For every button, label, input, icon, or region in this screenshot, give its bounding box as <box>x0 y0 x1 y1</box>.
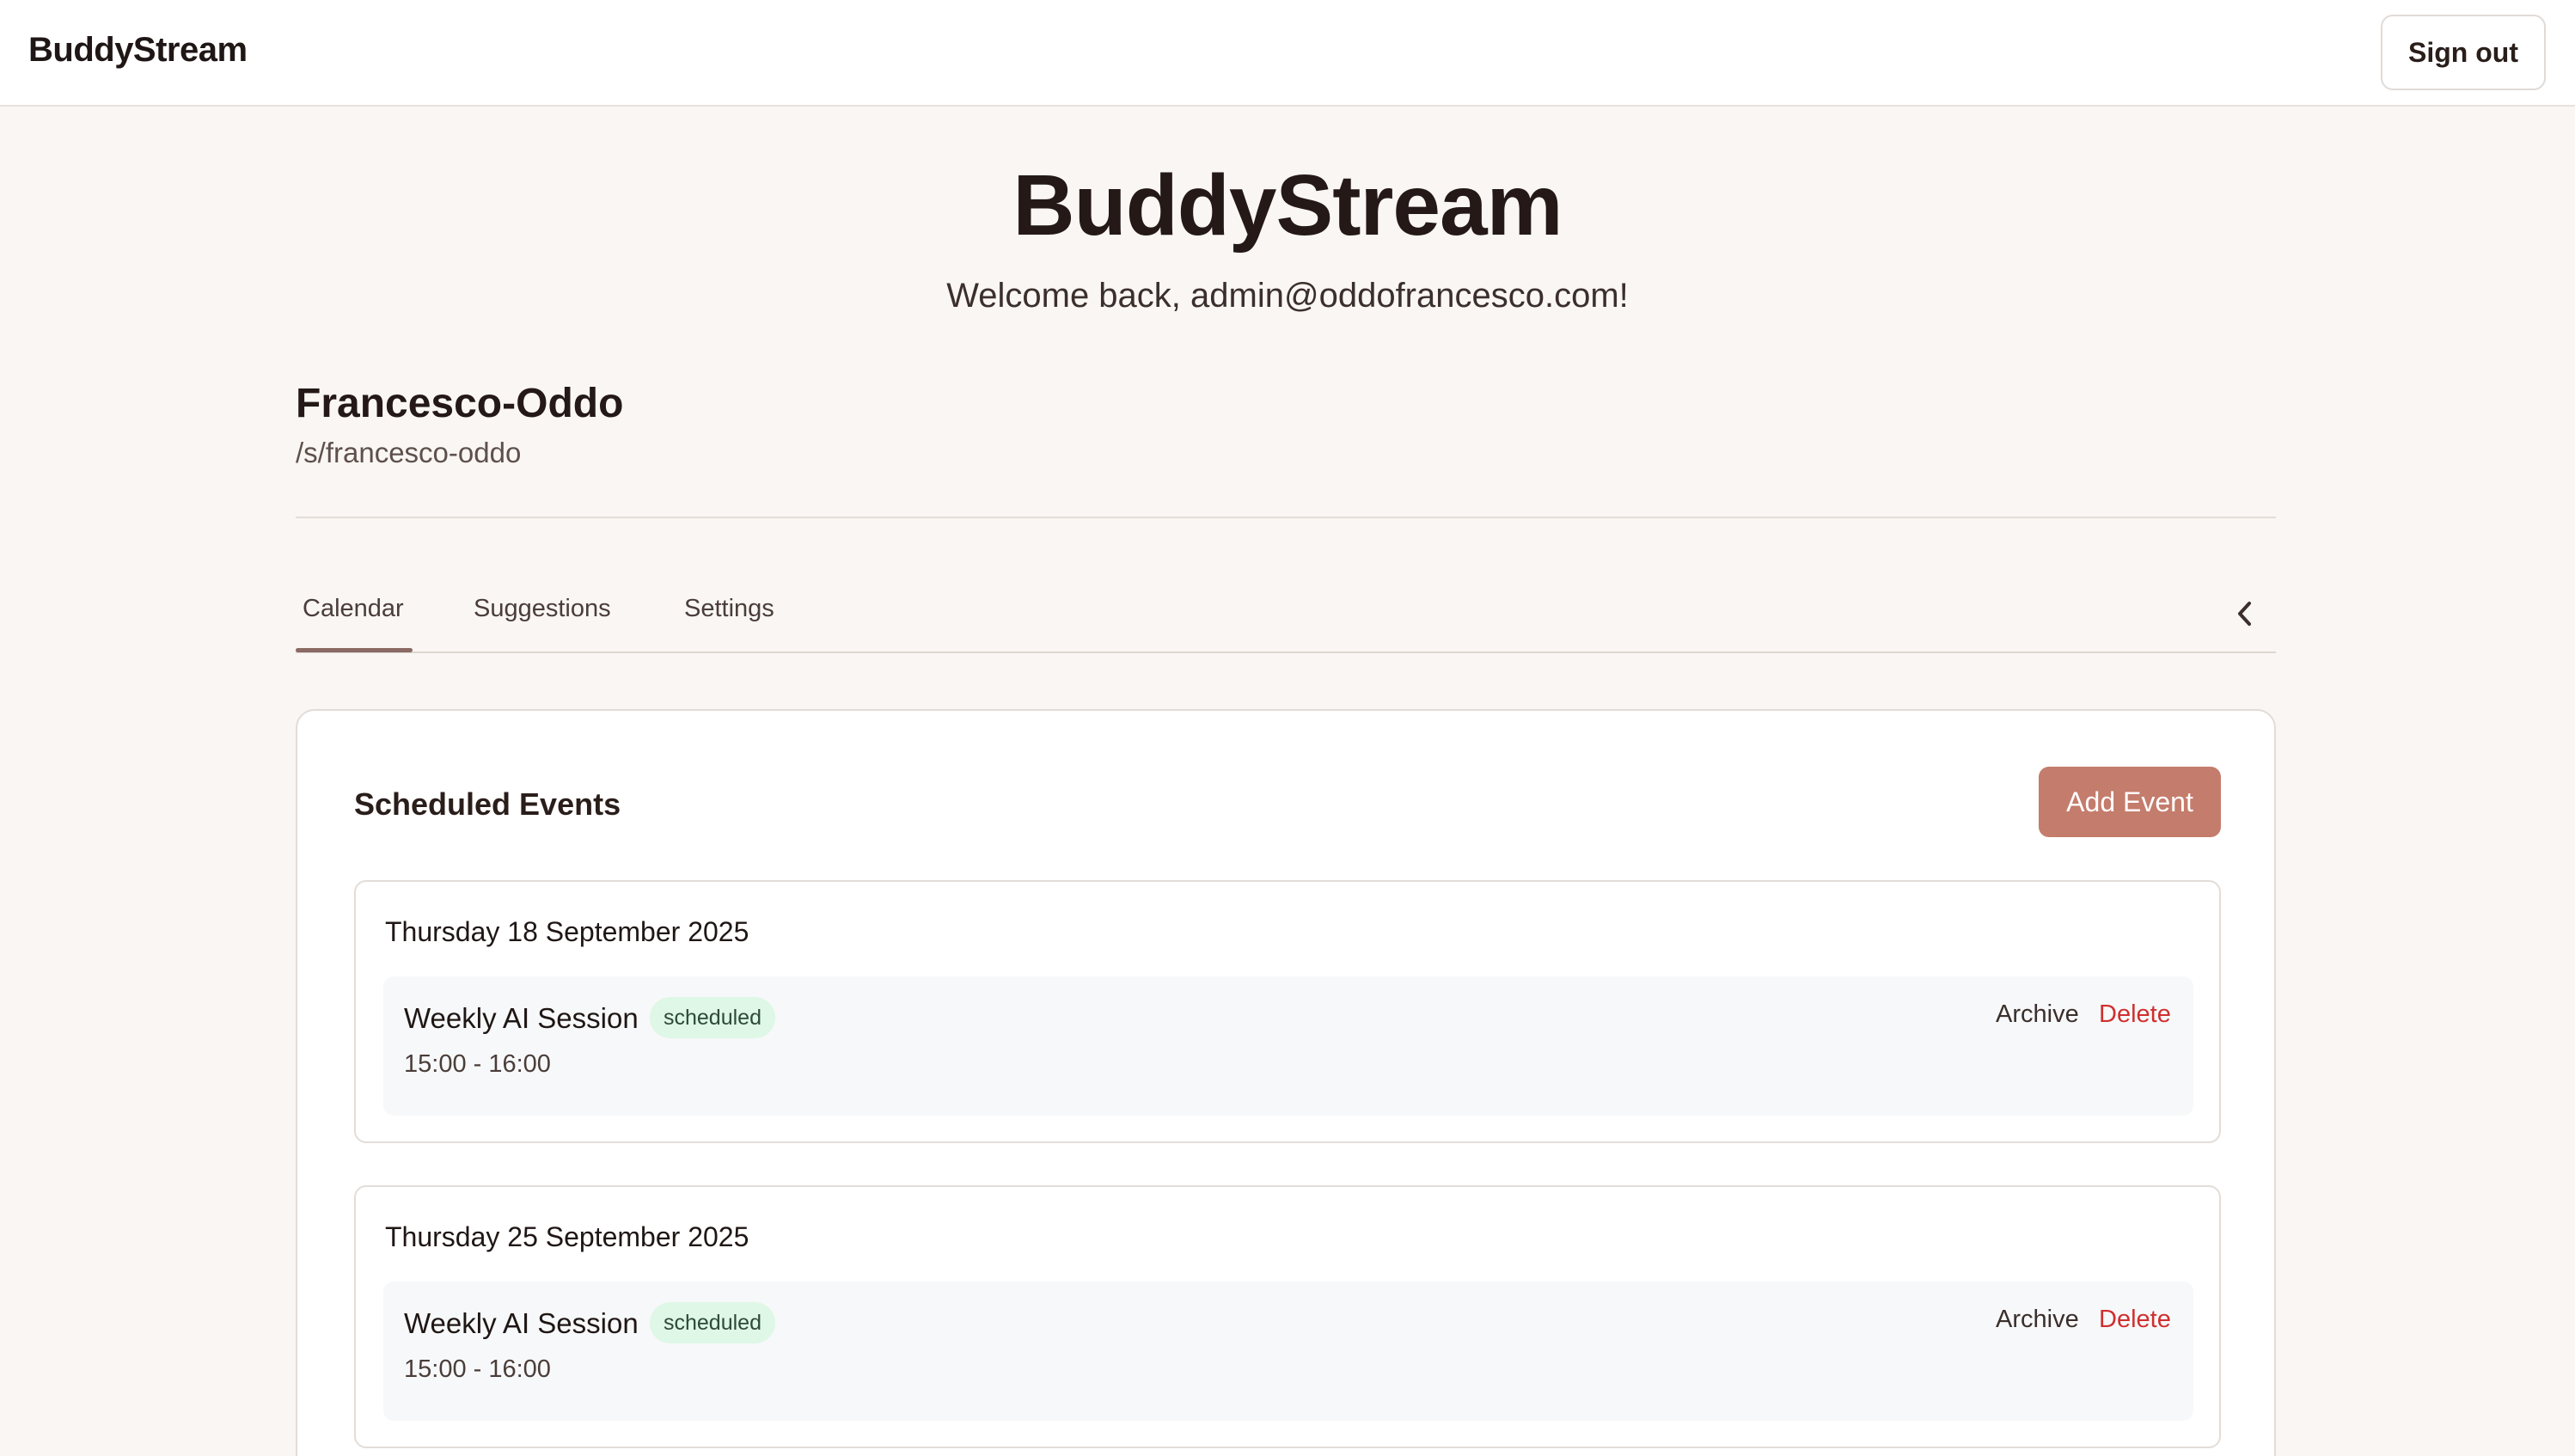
section-divider <box>296 517 2276 518</box>
event-time: 15:00 - 16:00 <box>404 1050 551 1078</box>
tab-calendar[interactable]: Calendar <box>303 595 404 653</box>
event-item[interactable]: Weekly AI Session scheduled 15:00 - 16:0… <box>383 1282 2193 1421</box>
tab-suggestions[interactable]: Suggestions <box>474 595 611 653</box>
welcome-message: Welcome back, admin@oddofrancesco.com! <box>946 277 1629 315</box>
event-time: 15:00 - 16:00 <box>404 1355 551 1383</box>
status-badge: scheduled <box>650 1302 775 1343</box>
delete-button[interactable]: Delete <box>2099 1306 2171 1334</box>
tab-settings[interactable]: Settings <box>684 595 774 653</box>
brand-logo[interactable]: BuddyStream <box>28 31 248 70</box>
scheduled-events-title: Scheduled Events <box>354 786 621 822</box>
sign-out-button[interactable]: Sign out <box>2381 15 2546 90</box>
day-group: Thursday 25 September 2025 Weekly AI Ses… <box>354 1185 2221 1448</box>
archive-button[interactable]: Archive <box>1996 1306 2079 1334</box>
day-date: Thursday 25 September 2025 <box>385 1221 749 1252</box>
event-item[interactable]: Weekly AI Session scheduled 15:00 - 16:0… <box>383 976 2193 1116</box>
event-name: Weekly AI Session <box>404 1002 639 1034</box>
status-badge: scheduled <box>650 997 775 1038</box>
stream-path: /s/francesco-oddo <box>296 437 522 468</box>
top-bar: BuddyStream Sign out <box>0 0 2575 107</box>
tab-calendar-label: Calendar <box>303 595 404 622</box>
archive-button[interactable]: Archive <box>1996 1000 2079 1029</box>
delete-button[interactable]: Delete <box>2099 1000 2171 1029</box>
tab-suggestions-label: Suggestions <box>474 595 611 622</box>
chevron-left-icon <box>2238 602 2251 626</box>
add-event-button[interactable]: Add Event <box>2039 767 2221 837</box>
scheduled-events-card: Scheduled Events Add Event Thursday 18 S… <box>296 709 2276 1456</box>
tab-bar: Calendar Suggestions Settings <box>296 581 2276 653</box>
collapse-button[interactable] <box>2228 596 2262 631</box>
stream-name: Francesco-Oddo <box>296 381 624 426</box>
event-name: Weekly AI Session <box>404 1307 639 1339</box>
tab-settings-label: Settings <box>684 595 774 622</box>
day-date: Thursday 18 September 2025 <box>385 916 749 947</box>
day-group: Thursday 18 September 2025 Weekly AI Ses… <box>354 880 2221 1143</box>
page-title: BuddyStream <box>1012 157 1563 254</box>
active-tab-indicator <box>296 648 413 652</box>
